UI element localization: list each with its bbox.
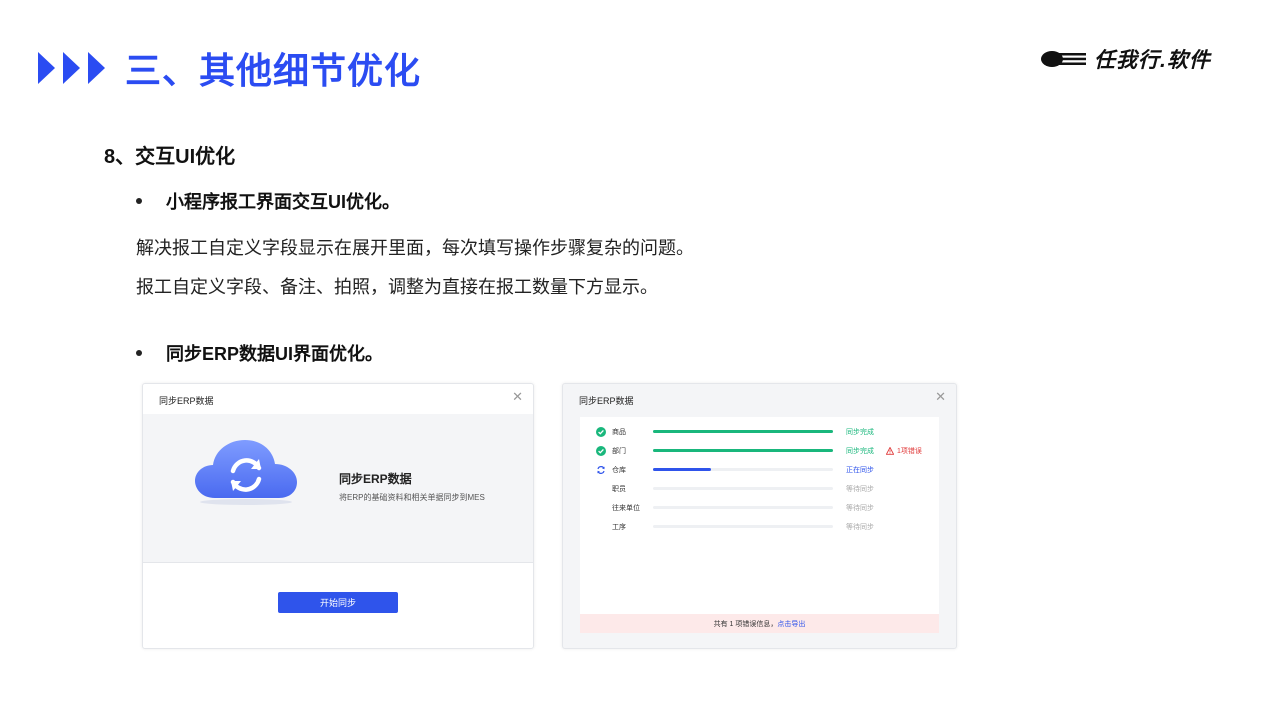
check-circle-icon: [596, 427, 606, 437]
sync-row: 部门 同步完成 1项错误: [580, 444, 939, 458]
arrow-icon: [63, 52, 80, 84]
sync-item-name: 商品: [612, 429, 626, 436]
dialog-title: 同步ERP数据: [159, 396, 214, 406]
bullet-text: 同步ERP数据UI界面优化。: [166, 344, 384, 364]
dialog-heading: 同步ERP数据: [339, 472, 412, 486]
sync-start-dialog: 同步ERP数据 ✕ 同步ERP数据 将ERP的基础资料和相关单据同步到MES 开…: [142, 383, 534, 649]
sync-item-name: 往来单位: [612, 505, 640, 512]
page-header: 三、其他细节优化: [38, 46, 421, 91]
progress-fill: [653, 468, 711, 471]
bullet-item: 小程序报工界面交互UI优化。: [136, 188, 400, 214]
page-title: 三、其他细节优化: [125, 50, 422, 91]
check-circle-icon: [596, 446, 606, 456]
close-icon[interactable]: ✕: [512, 390, 523, 403]
cloud-sync-icon: [195, 440, 297, 505]
sync-status: 等待同步: [846, 505, 874, 512]
bullet-dot: [136, 198, 142, 204]
progress-track: [653, 468, 833, 471]
arrow-icon: [38, 52, 55, 84]
paragraph: 报工自定义字段、备注、拍照，调整为直接在报工数量下方显示。: [136, 277, 658, 297]
sync-progress-dialog: 同步ERP数据 ✕ 商品 同步完成 部门 同步完成 1项错误 仓库 正在同步 职员 等待同步 往来…: [562, 383, 957, 649]
sync-status: 同步完成: [846, 448, 874, 455]
sync-icon: [597, 466, 605, 474]
sync-item-name: 工序: [612, 524, 626, 531]
logo-text: 任我行.软件: [1094, 49, 1211, 72]
export-link[interactable]: 点击导出: [777, 619, 805, 629]
logo-mark-icon: [1041, 51, 1086, 67]
sync-status: 等待同步: [846, 524, 874, 531]
bullet-dot: [136, 350, 142, 356]
bullet-text: 小程序报工界面交互UI优化。: [166, 192, 400, 212]
brand-logo: 任我行.软件: [1040, 44, 1211, 74]
arrow-icon: [88, 52, 105, 84]
progress-track: [653, 430, 833, 433]
error-summary: 共有 1 项错误信息，: [713, 620, 778, 628]
sync-status: 正在同步: [846, 467, 874, 474]
progress-track: [653, 506, 833, 509]
progress-track: [653, 525, 833, 528]
paragraph: 解决报工自定义字段显示在展开里面，每次填写操作步骤复杂的问题。: [136, 238, 694, 258]
error-badge[interactable]: 1项错误: [886, 446, 922, 456]
dialog-description: 将ERP的基础资料和相关单据同步到MES: [339, 493, 485, 502]
sync-status: 等待同步: [846, 486, 874, 493]
sync-row: 商品 同步完成: [580, 425, 939, 439]
warning-icon: [886, 447, 894, 455]
sync-row: 工序 等待同步: [580, 520, 939, 534]
sync-row: 职员 等待同步: [580, 482, 939, 496]
section-heading: 8、交互UI优化: [104, 146, 236, 168]
progress-fill: [653, 449, 833, 452]
progress-track: [653, 487, 833, 490]
sync-status: 同步完成: [846, 429, 874, 436]
error-text: 1项错误: [897, 448, 922, 455]
progress-track: [653, 449, 833, 452]
sync-row: 仓库 正在同步: [580, 463, 939, 477]
error-footer: 共有 1 项错误信息， 点击导出: [580, 614, 939, 633]
close-icon[interactable]: ✕: [935, 390, 946, 403]
sync-list: 商品 同步完成 部门 同步完成 1项错误 仓库 正在同步 职员 等待同步 往来单位 等待同步 工序 等待…: [580, 417, 939, 632]
sync-item-name: 职员: [612, 486, 626, 493]
sync-item-name: 部门: [612, 448, 626, 455]
start-sync-button[interactable]: 开始同步: [278, 592, 398, 613]
sync-item-name: 仓库: [612, 467, 626, 474]
sync-row: 往来单位 等待同步: [580, 501, 939, 515]
dialog-title: 同步ERP数据: [579, 396, 634, 406]
bullet-item: 同步ERP数据UI界面优化。: [136, 340, 383, 366]
progress-fill: [653, 430, 833, 433]
dialog-body: 同步ERP数据 将ERP的基础资料和相关单据同步到MES: [143, 414, 533, 563]
